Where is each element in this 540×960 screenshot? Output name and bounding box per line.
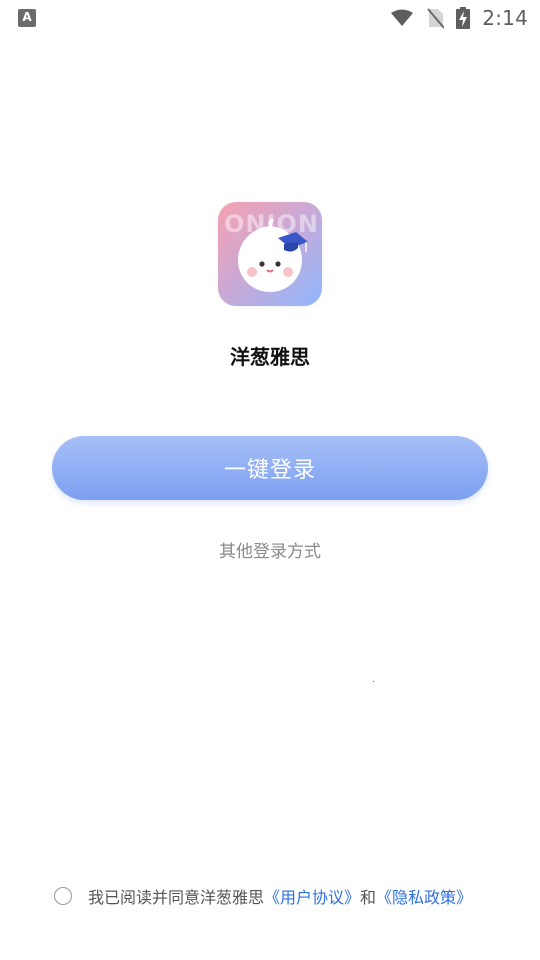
status-time: 2:14 <box>482 6 528 30</box>
stray-dot <box>373 681 374 682</box>
other-login-methods-link[interactable]: 其他登录方式 <box>0 537 540 562</box>
no-sim-icon <box>426 7 445 29</box>
privacy-policy-link[interactable]: 《隐私政策》 <box>376 884 472 908</box>
agreement-checkbox[interactable] <box>54 887 72 905</box>
battery-charging-icon <box>456 7 471 29</box>
one-key-login-button[interactable]: 一键登录 <box>52 436 488 500</box>
agreement-and: 和 <box>360 888 377 907</box>
agreement-row: 我已阅读并同意洋葱雅思 《用户协议》 和 《隐私政策》 <box>54 884 472 908</box>
user-agreement-link[interactable]: 《用户协议》 <box>264 884 360 908</box>
keyboard-indicator-icon: A <box>18 9 36 27</box>
wifi-icon <box>390 9 414 27</box>
app-logo: ONION <box>218 202 322 306</box>
keyboard-indicator-label: A <box>22 10 32 24</box>
status-bar: A 2:14 <box>0 0 540 36</box>
status-icons: 2:14 <box>390 6 528 30</box>
onion-mascot-icon <box>238 218 308 292</box>
app-name: 洋葱雅思 <box>230 345 310 369</box>
agreement-prefix: 我已阅读并同意洋葱雅思 <box>88 888 265 907</box>
